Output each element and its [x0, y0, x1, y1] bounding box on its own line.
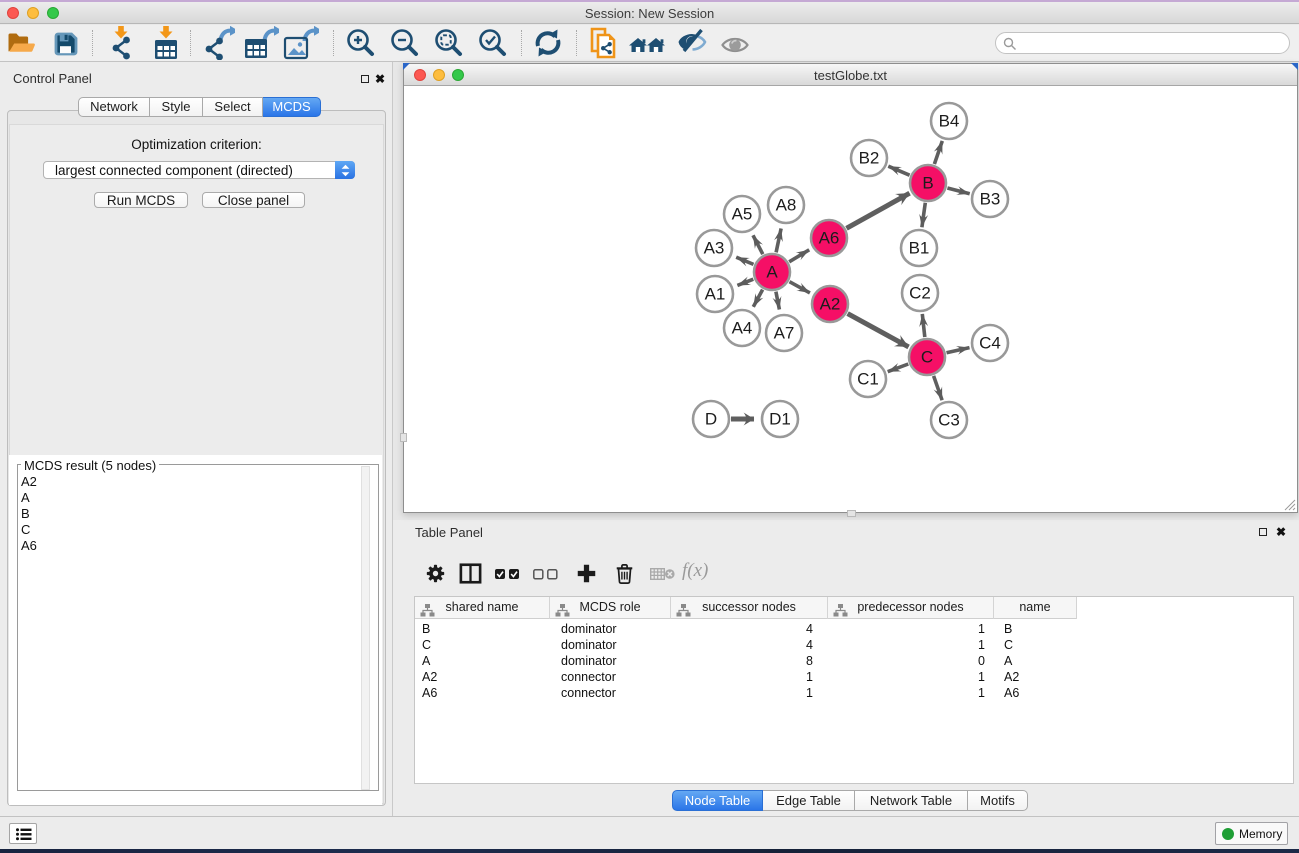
svg-text:A5: A5 [732, 205, 753, 224]
svg-text:B4: B4 [939, 112, 960, 131]
svg-text:D: D [705, 410, 717, 429]
svg-text:C4: C4 [979, 334, 1001, 353]
svg-text:B2: B2 [859, 149, 880, 168]
svg-text:A7: A7 [774, 324, 795, 343]
svg-text:C1: C1 [857, 370, 879, 389]
svg-text:B1: B1 [909, 239, 930, 258]
svg-text:A: A [766, 263, 778, 282]
svg-text:C: C [921, 348, 933, 367]
svg-text:B: B [922, 174, 933, 193]
svg-text:D1: D1 [769, 410, 791, 429]
svg-text:C3: C3 [938, 411, 960, 430]
svg-text:A1: A1 [705, 285, 726, 304]
svg-text:B3: B3 [980, 190, 1001, 209]
svg-text:A8: A8 [776, 196, 797, 215]
svg-text:C2: C2 [909, 284, 931, 303]
svg-text:A3: A3 [704, 239, 725, 258]
svg-text:A2: A2 [820, 295, 841, 314]
svg-text:A4: A4 [732, 319, 753, 338]
svg-text:A6: A6 [819, 229, 840, 248]
